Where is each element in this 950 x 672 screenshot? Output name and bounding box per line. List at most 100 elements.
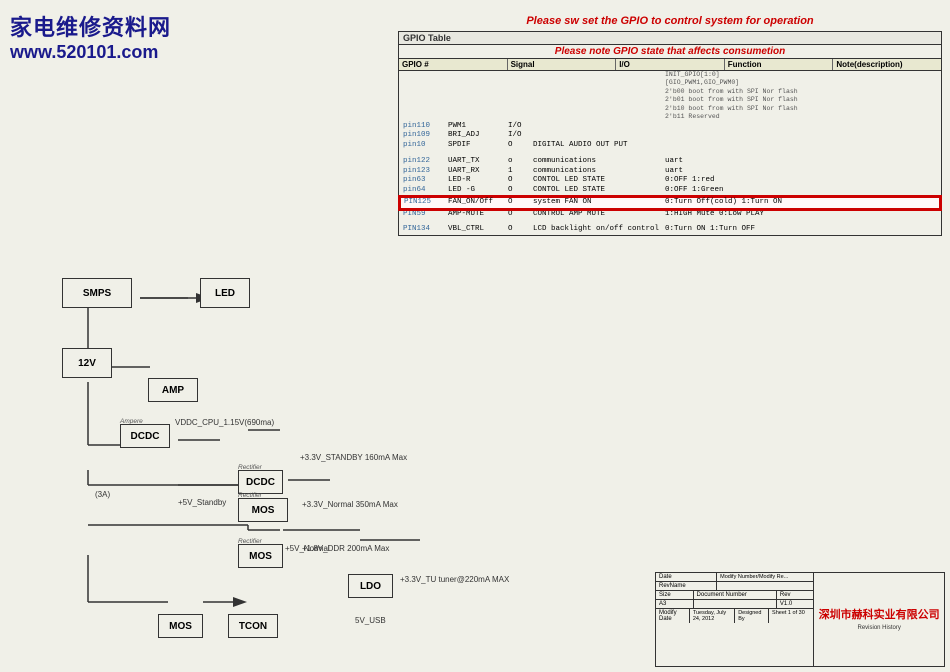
- title-cell-a3: A3: [656, 600, 694, 608]
- cell-function: LCD backlight on/off control: [530, 225, 662, 235]
- title-cell-v10: V1.0: [777, 600, 814, 608]
- cell-signal: AMP-MUTE: [445, 209, 505, 220]
- title-right-section: 深圳市赫科实业有限公司 Revision History: [814, 573, 944, 666]
- box-smps-label: SMPS: [83, 288, 111, 299]
- col-io: I/O: [616, 59, 725, 70]
- title-block: Date Modify Number/Modify Re... RevName …: [655, 572, 945, 667]
- box-mos2-label: MOS: [249, 551, 272, 562]
- cell-function: CONTOL LED STATE: [530, 176, 662, 186]
- title-cell-moddate-label: Modify Date: [656, 609, 690, 623]
- cell-function: CONTOL LED STATE: [530, 186, 662, 197]
- cell-signal: UART_TX: [445, 157, 505, 167]
- title-cell-revname-label: RevName: [656, 582, 717, 590]
- box-dcdc2: MOS: [238, 498, 288, 522]
- table-row-highlighted: PIN125 FAN_ON/Off O system FAN ON 0:Turn…: [400, 197, 940, 209]
- cell-gpio: PIN59: [400, 209, 445, 220]
- col-note: Note(description): [833, 59, 941, 70]
- notice-line2: Please note GPIO state that affects cons…: [399, 45, 941, 59]
- cell-function: [530, 131, 662, 141]
- table-row: pin63 LED-R O CONTOL LED STATE 0:OFF 1:r…: [400, 176, 940, 186]
- cell-gpio: pin64: [400, 186, 445, 197]
- title-row-revname: RevName: [656, 582, 813, 591]
- cell-signal: BRI_ADJ: [445, 131, 505, 141]
- logo-line1: 家电维修资料网: [10, 10, 250, 42]
- cell-gpio: pin63: [400, 176, 445, 186]
- cell-io: O: [505, 209, 530, 220]
- cell-signal: SPDIF: [445, 141, 505, 151]
- label-vddc: VDDC_CPU_1.15V(690ma): [175, 418, 274, 427]
- box-12v-label: 12V: [78, 358, 96, 369]
- cell-function: communications: [530, 167, 662, 177]
- gpio-col-headers: GPIO # Signal I/O Function Note(descript…: [399, 59, 941, 71]
- cell-note: 0:OFF 1:Green: [662, 186, 940, 197]
- label-5v-usb: 5V_USB: [355, 616, 386, 625]
- cell-io: O: [505, 197, 530, 209]
- table-row: pin10 SPDIF O DIGITAL AUDIO OUT PUT: [400, 141, 940, 151]
- box-ldo: LDO: [348, 574, 393, 598]
- page: 家电维修资料网 www.520101.com Please sw set the…: [0, 0, 950, 672]
- cell-signal: UART_RX: [445, 167, 505, 177]
- cell-io: 1: [505, 167, 530, 177]
- table-row: PIN59 AMP-MUTE O CONTROL AMP MUTE 1:HIGH…: [400, 209, 940, 220]
- box-ldo-label: LDO: [360, 581, 381, 592]
- cell-note: 0:Turn ON 1:Turn OFF: [662, 225, 940, 235]
- cell-gpio: PIN134: [400, 225, 445, 235]
- title-cell-modify: Modify Number/Modify Re...: [717, 573, 813, 581]
- cell-function: system FAN ON: [530, 197, 662, 209]
- cell-gpio: [400, 71, 445, 122]
- box-dcdc1-label: DCDC: [131, 431, 160, 442]
- cell-note: [662, 141, 940, 151]
- cell-note: 0:OFF 1:red: [662, 176, 940, 186]
- table-row: PIN134 VBL_CTRL O LCD backlight on/off c…: [400, 225, 940, 235]
- table-row: INIT_GPIO[1:0] [GIO_PWM1,GIO_PWM0] 2'b00…: [400, 71, 940, 122]
- gpio-table-header: GPIO Table: [399, 32, 941, 45]
- cell-function: [530, 71, 662, 122]
- gpio-wrapper: Please sw set the GPIO to control system…: [398, 15, 942, 236]
- col-gpio: GPIO #: [399, 59, 508, 70]
- col-function: Function: [725, 59, 834, 70]
- title-row-size: Size Document Number Rev: [656, 591, 813, 600]
- gpio-table-body: INIT_GPIO[1:0] [GIO_PWM1,GIO_PWM0] 2'b00…: [399, 71, 941, 235]
- cell-io: O: [505, 186, 530, 197]
- title-cell-revname-val: [717, 582, 813, 590]
- title-cell-size-label: Size: [656, 591, 694, 599]
- cell-io: [505, 71, 530, 122]
- box-dcdc2-label: MOS: [252, 505, 275, 516]
- revision-history-label: Revision History: [858, 625, 901, 631]
- schematic-svg: [0, 270, 660, 665]
- label-1v8-ddr: +1.8V_DDR 200mA Max: [302, 544, 389, 553]
- box-mos1-label: DCDC: [246, 477, 275, 488]
- cell-function: [530, 122, 662, 132]
- cell-note: [662, 131, 940, 141]
- cell-signal: [445, 71, 505, 122]
- box-dcdc1: DCDC: [120, 424, 170, 448]
- title-left-section: Date Modify Number/Modify Re... RevName …: [656, 573, 814, 666]
- cell-note: uart: [662, 167, 940, 177]
- cell-gpio: pin110: [400, 122, 445, 132]
- cell-io: O: [505, 176, 530, 186]
- title-cell-docnum: Document Number: [694, 591, 777, 599]
- title-row-date: Date Modify Number/Modify Re...: [656, 573, 813, 582]
- box-mos3: MOS: [158, 614, 203, 638]
- label-3a: (3A): [95, 490, 110, 499]
- gpio-data-table: INIT_GPIO[1:0] [GIO_PWM1,GIO_PWM0] 2'b00…: [399, 71, 941, 235]
- box-12v: 12V: [62, 348, 112, 378]
- cell-io: O: [505, 225, 530, 235]
- cell-gpio: PIN125: [400, 197, 445, 209]
- cell-note: [662, 122, 940, 132]
- cell-gpio: pin122: [400, 157, 445, 167]
- cell-signal: LED -G: [445, 186, 505, 197]
- box-mos2: MOS: [238, 544, 283, 568]
- cell-io: O: [505, 141, 530, 151]
- cell-note: INIT_GPIO[1:0] [GIO_PWM1,GIO_PWM0] 2'b00…: [662, 71, 940, 122]
- title-cell-designed: Designed By: [735, 609, 769, 623]
- cell-note: 0:Turn Off(cold) 1:Turn ON: [662, 197, 940, 209]
- table-row: pin64 LED -G O CONTOL LED STATE 0:OFF 1:…: [400, 186, 940, 197]
- cell-note: 1:HIGH Mute 0:Low PLAY: [662, 209, 940, 220]
- box-smps: SMPS: [62, 278, 132, 308]
- cell-function: CONTROL AMP MUTE: [530, 209, 662, 220]
- table-row: pin123 UART_RX 1 communications uart: [400, 167, 940, 177]
- table-row: pin110 PWM1 I/O: [400, 122, 940, 132]
- cell-io: I/O: [505, 131, 530, 141]
- box-amp-label: AMP: [162, 385, 184, 396]
